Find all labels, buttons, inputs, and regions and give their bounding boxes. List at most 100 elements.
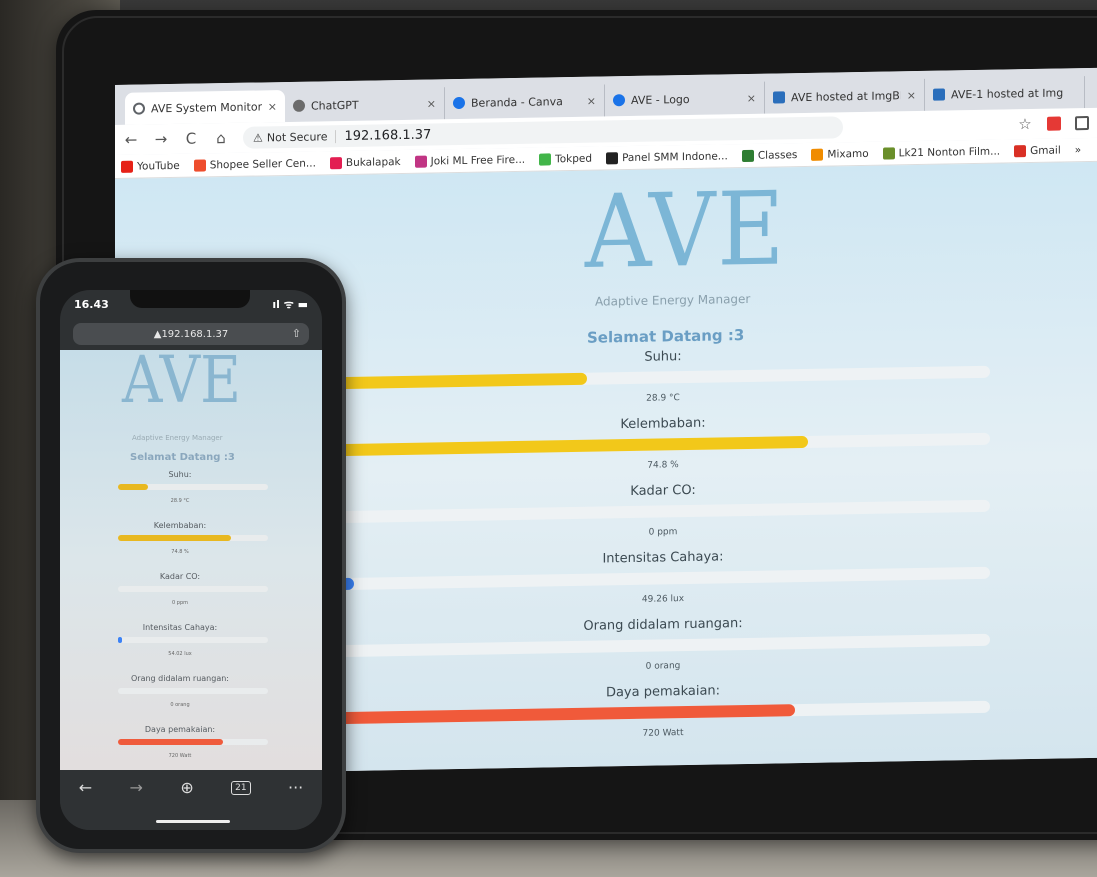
reload-icon[interactable]: C: [183, 130, 199, 148]
bookmark-gmail[interactable]: Gmail: [1014, 144, 1061, 157]
bookmarks-more-icon[interactable]: »: [1075, 144, 1081, 156]
bookmark-label: Gmail: [1030, 143, 1061, 157]
tab-close-icon[interactable]: ×: [427, 97, 436, 110]
phone-tabs-count-icon[interactable]: 21: [231, 781, 251, 795]
metric-label: Intensitas Cahaya:: [602, 549, 724, 567]
phone-back-icon[interactable]: ←: [79, 778, 92, 797]
bookmark-star-icon[interactable]: ☆: [1017, 115, 1033, 133]
metric-progress-track: [340, 566, 990, 591]
metric-label: Intensitas Cahaya:: [142, 623, 218, 632]
tab-ave-1-hosted-imgbb[interactable]: AVE-1 hosted at Img: [925, 76, 1085, 111]
tagline: Adaptive Energy Manager: [595, 291, 751, 309]
bookmark-classes[interactable]: Classes: [741, 148, 798, 162]
bookmark-label: Tokped: [555, 152, 593, 165]
bookmark-panel-smm[interactable]: Panel SMM Indone...: [606, 150, 728, 164]
bookmark-mixamo[interactable]: Mixamo: [811, 147, 869, 161]
youtube-icon: [121, 160, 133, 173]
metric-label: Orang didalam ruangan:: [583, 616, 743, 634]
metric-label: Kelembaban:: [153, 521, 207, 530]
back-icon[interactable]: ←: [123, 131, 139, 149]
warning-icon: ⚠: [253, 130, 263, 145]
metric-progress-fill: [340, 435, 808, 457]
not-secure-badge[interactable]: ⚠ Not Secure: [253, 129, 337, 145]
tab-label: AVE - Logo: [631, 92, 690, 107]
bookmark-youtube[interactable]: YouTube: [121, 159, 180, 173]
phone-forward-icon[interactable]: →: [130, 778, 143, 797]
tab-favicon-icon: [293, 99, 305, 112]
bookmark-label: Classes: [757, 148, 798, 162]
tab-label: AVE hosted at ImgBE: [791, 88, 901, 104]
metric-label: Kadar CO:: [159, 572, 201, 581]
tab-ave-hosted-imgbb[interactable]: AVE hosted at ImgBE ×: [765, 78, 925, 114]
classroom-icon: [741, 149, 754, 162]
phone-time: 16.43: [74, 297, 109, 311]
metric-progress-fill: [118, 739, 223, 745]
tab-favicon-icon: [613, 94, 625, 107]
metric-label: Kadar CO:: [630, 482, 696, 500]
extension-icon[interactable]: [1047, 116, 1061, 131]
tab-ave-logo[interactable]: AVE - Logo ×: [605, 81, 765, 117]
metric-value: 28.9 °C: [646, 393, 680, 404]
tab-close-icon[interactable]: ×: [907, 89, 916, 102]
bookmark-label: Bukalapak: [345, 155, 401, 169]
metric-label: Kelembaban:: [620, 415, 706, 433]
bookmark-label: Mixamo: [827, 147, 869, 161]
metric-value: 54.02 lux: [168, 651, 192, 657]
metric-value: 0 orang: [645, 661, 681, 672]
metric-progress-fill: [340, 372, 587, 390]
tab-chatgpt[interactable]: ChatGPT ×: [285, 87, 445, 123]
mixamo-icon: [811, 148, 824, 161]
phone-more-icon[interactable]: ···: [288, 778, 303, 797]
tab-label: ChatGPT: [311, 98, 359, 113]
phone-ave-logo: AVE: [122, 343, 241, 418]
metric-progress-track: [118, 688, 268, 694]
metric-progress-track: [340, 499, 990, 524]
home-icon[interactable]: ⌂: [213, 129, 229, 147]
metric-value: 49.26 lux: [641, 594, 685, 605]
tab-beranda-canva[interactable]: Beranda - Canva ×: [445, 84, 605, 120]
metric-label: Daya pemakaian:: [144, 725, 216, 734]
not-secure-label: Not Secure: [266, 129, 328, 144]
extensions-puzzle-icon[interactable]: [1075, 115, 1089, 131]
bookmark-joki-ml[interactable]: Joki ML Free Fire...: [414, 153, 526, 168]
phone-home-indicator: [156, 820, 230, 823]
tab-close-icon[interactable]: ×: [747, 91, 756, 104]
phone-new-tab-icon[interactable]: ⊕: [180, 778, 193, 797]
bookmark-tokped[interactable]: Tokped: [539, 152, 593, 166]
metric-progress-fill: [118, 484, 148, 490]
phone-welcome-heading: Selamat Datang :3: [130, 452, 235, 463]
bookmark-label: Shopee Seller Cen...: [209, 156, 316, 171]
phone-status-bar: 16.43 ıl ᯤ ▬: [60, 290, 322, 318]
tab-close-icon[interactable]: ×: [587, 94, 596, 107]
bookmark-lk21[interactable]: Lk21 Nonton Film...: [882, 145, 1000, 160]
phone-status-icons: ıl ᯤ ▬: [272, 297, 308, 311]
instagram-icon: [414, 155, 427, 168]
share-icon[interactable]: ⇧: [292, 327, 301, 340]
bookmark-bukalapak[interactable]: Bukalapak: [329, 155, 401, 169]
ave-logo: AVE: [585, 169, 787, 292]
tab-close-icon[interactable]: ×: [268, 100, 277, 113]
tab-label: Beranda - Canva: [471, 94, 563, 110]
metric-value: 720 Watt: [168, 753, 192, 759]
phone-screen: 16.43 ıl ᯤ ▬ ▲192.168.1.37 ⇧ AVE Adaptiv…: [60, 290, 322, 830]
tab-favicon-icon: [773, 91, 785, 104]
metric-value: 0 ppm: [172, 600, 188, 606]
phone-url-text: ▲192.168.1.37: [153, 328, 229, 340]
metric-progress-fill: [340, 704, 795, 725]
phone-tagline: Adaptive Energy Manager: [132, 434, 223, 442]
tab-favicon-icon: [453, 96, 465, 110]
forward-icon[interactable]: →: [153, 130, 169, 148]
metric-value: 0 ppm: [648, 527, 678, 538]
metric-label: Daya pemakaian:: [605, 683, 721, 701]
tab-favicon-icon: [933, 88, 945, 101]
tab-label: AVE-1 hosted at Img: [951, 85, 1064, 101]
tokopedia-icon: [539, 152, 552, 166]
tab-ave-system-monitor[interactable]: AVE System Monitori ×: [125, 90, 285, 125]
photo-scene: AVE System Monitori × ChatGPT × Beranda …: [0, 0, 1097, 877]
phone-url-field[interactable]: ▲192.168.1.37 ⇧: [73, 323, 309, 345]
bookmark-label: Joki ML Free Fire...: [430, 153, 526, 167]
metric-progress-track: [118, 586, 268, 592]
metric-value: 0 orang: [170, 702, 190, 708]
tab-favicon-icon: [133, 102, 145, 115]
bookmark-shopee[interactable]: Shopee Seller Cen...: [193, 156, 316, 172]
